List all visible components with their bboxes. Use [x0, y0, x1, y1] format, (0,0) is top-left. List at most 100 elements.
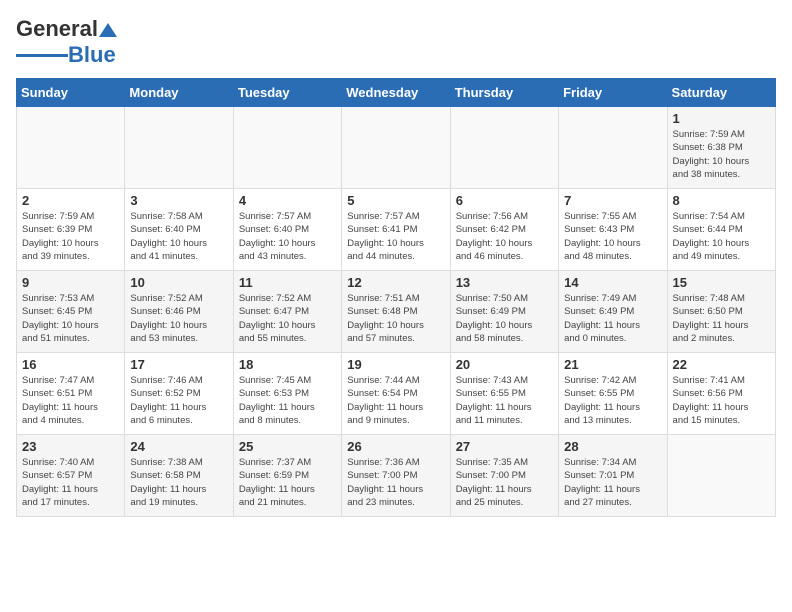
- day-info: Sunrise: 7:42 AM Sunset: 6:55 PM Dayligh…: [564, 374, 661, 427]
- calendar-day-cell: 15 Sunrise: 7:48 AM Sunset: 6:50 PM Dayli…: [667, 271, 775, 353]
- day-number: 12: [347, 275, 444, 290]
- day-number: 18: [239, 357, 336, 372]
- calendar-day-cell: 11 Sunrise: 7:52 AM Sunset: 6:47 PM Dayli…: [233, 271, 341, 353]
- page-header: General Blue: [16, 16, 776, 68]
- logo-blue: Blue: [68, 42, 116, 68]
- day-info: Sunrise: 7:45 AM Sunset: 6:53 PM Dayligh…: [239, 374, 336, 427]
- calendar-week-row: 23 Sunrise: 7:40 AM Sunset: 6:57 PM Dayli…: [17, 435, 776, 517]
- day-info: Sunrise: 7:49 AM Sunset: 6:49 PM Dayligh…: [564, 292, 661, 345]
- calendar-day-cell: 22 Sunrise: 7:41 AM Sunset: 6:56 PM Dayli…: [667, 353, 775, 435]
- weekday-header-sunday: Sunday: [17, 79, 125, 107]
- calendar-day-cell: 8Sunrise: 7:54 AM Sunset: 6:44 PM Daylig…: [667, 189, 775, 271]
- calendar-day-cell: 14 Sunrise: 7:49 AM Sunset: 6:49 PM Dayli…: [559, 271, 667, 353]
- day-info: Sunrise: 7:51 AM Sunset: 6:48 PM Dayligh…: [347, 292, 444, 345]
- day-info: Sunrise: 7:38 AM Sunset: 6:58 PM Dayligh…: [130, 456, 227, 509]
- calendar-day-cell: [125, 107, 233, 189]
- calendar-day-cell: 3 Sunrise: 7:58 AM Sunset: 6:40 PM Daylig…: [125, 189, 233, 271]
- weekday-header-thursday: Thursday: [450, 79, 558, 107]
- calendar-day-cell: 20 Sunrise: 7:43 AM Sunset: 6:55 PM Dayli…: [450, 353, 558, 435]
- day-number: 17: [130, 357, 227, 372]
- day-info: Sunrise: 7:53 AM Sunset: 6:45 PM Dayligh…: [22, 292, 119, 345]
- day-number: 6: [456, 193, 553, 208]
- day-number: 1: [673, 111, 770, 126]
- logo-general: General: [16, 16, 98, 42]
- calendar-day-cell: 23 Sunrise: 7:40 AM Sunset: 6:57 PM Dayli…: [17, 435, 125, 517]
- day-info: Sunrise: 7:58 AM Sunset: 6:40 PM Dayligh…: [130, 210, 227, 263]
- day-info: Sunrise: 7:41 AM Sunset: 6:56 PM Dayligh…: [673, 374, 770, 427]
- day-info: Sunrise: 7:40 AM Sunset: 6:57 PM Dayligh…: [22, 456, 119, 509]
- calendar-day-cell: 19 Sunrise: 7:44 AM Sunset: 6:54 PM Dayli…: [342, 353, 450, 435]
- day-number: 9: [22, 275, 119, 290]
- day-number: 3: [130, 193, 227, 208]
- day-info: Sunrise: 7:52 AM Sunset: 6:46 PM Dayligh…: [130, 292, 227, 345]
- day-number: 27: [456, 439, 553, 454]
- calendar-day-cell: [559, 107, 667, 189]
- day-number: 20: [456, 357, 553, 372]
- day-number: 21: [564, 357, 661, 372]
- calendar-day-cell: 17 Sunrise: 7:46 AM Sunset: 6:52 PM Dayli…: [125, 353, 233, 435]
- day-number: 13: [456, 275, 553, 290]
- calendar-day-cell: 16Sunrise: 7:47 AM Sunset: 6:51 PM Dayli…: [17, 353, 125, 435]
- day-info: Sunrise: 7:50 AM Sunset: 6:49 PM Dayligh…: [456, 292, 553, 345]
- day-info: Sunrise: 7:57 AM Sunset: 6:40 PM Dayligh…: [239, 210, 336, 263]
- calendar-day-cell: 1 Sunrise: 7:59 AM Sunset: 6:38 PM Daylig…: [667, 107, 775, 189]
- calendar-day-cell: 7 Sunrise: 7:55 AM Sunset: 6:43 PM Daylig…: [559, 189, 667, 271]
- calendar-week-row: 16Sunrise: 7:47 AM Sunset: 6:51 PM Dayli…: [17, 353, 776, 435]
- day-number: 28: [564, 439, 661, 454]
- day-info: Sunrise: 7:35 AM Sunset: 7:00 PM Dayligh…: [456, 456, 553, 509]
- calendar-week-row: 2 Sunrise: 7:59 AM Sunset: 6:39 PM Daylig…: [17, 189, 776, 271]
- calendar-day-cell: [667, 435, 775, 517]
- calendar-day-cell: 10Sunrise: 7:52 AM Sunset: 6:46 PM Dayli…: [125, 271, 233, 353]
- day-number: 7: [564, 193, 661, 208]
- day-info: Sunrise: 7:47 AM Sunset: 6:51 PM Dayligh…: [22, 374, 119, 427]
- day-number: 22: [673, 357, 770, 372]
- day-info: Sunrise: 7:52 AM Sunset: 6:47 PM Dayligh…: [239, 292, 336, 345]
- day-number: 24: [130, 439, 227, 454]
- day-info: Sunrise: 7:54 AM Sunset: 6:44 PM Dayligh…: [673, 210, 770, 263]
- calendar-day-cell: [450, 107, 558, 189]
- calendar-day-cell: 18 Sunrise: 7:45 AM Sunset: 6:53 PM Dayli…: [233, 353, 341, 435]
- day-info: Sunrise: 7:55 AM Sunset: 6:43 PM Dayligh…: [564, 210, 661, 263]
- calendar-day-cell: [342, 107, 450, 189]
- calendar-day-cell: 12 Sunrise: 7:51 AM Sunset: 6:48 PM Dayli…: [342, 271, 450, 353]
- weekday-header-saturday: Saturday: [667, 79, 775, 107]
- calendar-day-cell: 28 Sunrise: 7:34 AM Sunset: 7:01 PM Dayli…: [559, 435, 667, 517]
- weekday-header-row: SundayMondayTuesdayWednesdayThursdayFrid…: [17, 79, 776, 107]
- calendar-day-cell: 24 Sunrise: 7:38 AM Sunset: 6:58 PM Dayli…: [125, 435, 233, 517]
- calendar-day-cell: 26Sunrise: 7:36 AM Sunset: 7:00 PM Dayli…: [342, 435, 450, 517]
- weekday-header-monday: Monday: [125, 79, 233, 107]
- calendar-day-cell: 6 Sunrise: 7:56 AM Sunset: 6:42 PM Daylig…: [450, 189, 558, 271]
- day-info: Sunrise: 7:44 AM Sunset: 6:54 PM Dayligh…: [347, 374, 444, 427]
- day-info: Sunrise: 7:34 AM Sunset: 7:01 PM Dayligh…: [564, 456, 661, 509]
- calendar-day-cell: 2 Sunrise: 7:59 AM Sunset: 6:39 PM Daylig…: [17, 189, 125, 271]
- day-number: 11: [239, 275, 336, 290]
- day-number: 15: [673, 275, 770, 290]
- calendar-day-cell: 9 Sunrise: 7:53 AM Sunset: 6:45 PM Daylig…: [17, 271, 125, 353]
- calendar-day-cell: 21 Sunrise: 7:42 AM Sunset: 6:55 PM Dayli…: [559, 353, 667, 435]
- calendar-day-cell: 5 Sunrise: 7:57 AM Sunset: 6:41 PM Daylig…: [342, 189, 450, 271]
- logo-underline: [16, 54, 68, 57]
- day-number: 2: [22, 193, 119, 208]
- logo: General Blue: [16, 16, 117, 68]
- weekday-header-wednesday: Wednesday: [342, 79, 450, 107]
- day-info: Sunrise: 7:37 AM Sunset: 6:59 PM Dayligh…: [239, 456, 336, 509]
- day-info: Sunrise: 7:36 AM Sunset: 7:00 PM Dayligh…: [347, 456, 444, 509]
- day-info: Sunrise: 7:59 AM Sunset: 6:39 PM Dayligh…: [22, 210, 119, 263]
- calendar-day-cell: 27 Sunrise: 7:35 AM Sunset: 7:00 PM Dayli…: [450, 435, 558, 517]
- day-info: Sunrise: 7:57 AM Sunset: 6:41 PM Dayligh…: [347, 210, 444, 263]
- calendar-day-cell: [233, 107, 341, 189]
- calendar-day-cell: 13 Sunrise: 7:50 AM Sunset: 6:49 PM Dayli…: [450, 271, 558, 353]
- day-info: Sunrise: 7:43 AM Sunset: 6:55 PM Dayligh…: [456, 374, 553, 427]
- day-info: Sunrise: 7:46 AM Sunset: 6:52 PM Dayligh…: [130, 374, 227, 427]
- calendar-table: SundayMondayTuesdayWednesdayThursdayFrid…: [16, 78, 776, 517]
- calendar-day-cell: [17, 107, 125, 189]
- day-number: 14: [564, 275, 661, 290]
- day-info: Sunrise: 7:59 AM Sunset: 6:38 PM Dayligh…: [673, 128, 770, 181]
- day-number: 23: [22, 439, 119, 454]
- weekday-header-tuesday: Tuesday: [233, 79, 341, 107]
- day-info: Sunrise: 7:48 AM Sunset: 6:50 PM Dayligh…: [673, 292, 770, 345]
- weekday-header-friday: Friday: [559, 79, 667, 107]
- day-number: 5: [347, 193, 444, 208]
- day-info: Sunrise: 7:56 AM Sunset: 6:42 PM Dayligh…: [456, 210, 553, 263]
- day-number: 19: [347, 357, 444, 372]
